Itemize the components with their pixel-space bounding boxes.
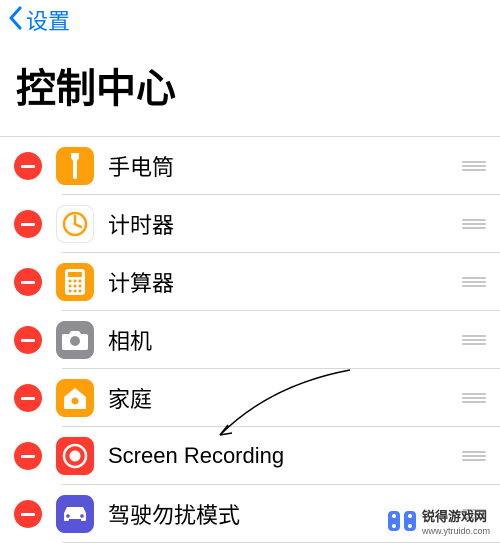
back-chevron-icon[interactable]: [8, 6, 24, 35]
drag-handle-icon[interactable]: [462, 449, 486, 463]
item-label: 计算器: [108, 266, 462, 298]
back-button[interactable]: 设置: [26, 4, 70, 36]
remove-button[interactable]: [14, 326, 42, 354]
list-item: 计算器: [0, 253, 500, 311]
drag-handle-icon[interactable]: [462, 217, 486, 231]
screen-recording-icon: [56, 437, 94, 475]
home-icon: [56, 379, 94, 417]
item-label: 相机: [108, 324, 462, 356]
remove-button[interactable]: [14, 210, 42, 238]
drag-handle-icon[interactable]: [462, 159, 486, 173]
item-label: 计时器: [108, 208, 462, 240]
drag-handle-icon[interactable]: [462, 275, 486, 289]
watermark-url: www.ytruido.com: [422, 526, 490, 536]
flashlight-icon: [56, 147, 94, 185]
item-label: 家庭: [108, 382, 462, 414]
camera-icon: [56, 321, 94, 359]
watermark-footer: 锐得游戏网 www.ytruido.com: [388, 506, 490, 536]
remove-button[interactable]: [14, 500, 42, 528]
timer-icon: [56, 205, 94, 243]
watermark-logo-icon: [388, 511, 416, 531]
list-item: 手电筒: [0, 137, 500, 195]
watermark-brand: 锐得游戏网: [422, 509, 487, 524]
drag-handle-icon[interactable]: [462, 391, 486, 405]
item-label: 手电筒: [108, 150, 462, 182]
calculator-icon: [56, 263, 94, 301]
list-item: Screen Recording: [0, 427, 500, 485]
car-icon: [56, 495, 94, 533]
page-title: 控制中心: [0, 40, 500, 136]
item-label: Screen Recording: [108, 443, 462, 469]
list-item: 家庭: [0, 369, 500, 427]
remove-button[interactable]: [14, 384, 42, 412]
drag-handle-icon[interactable]: [462, 333, 486, 347]
remove-button[interactable]: [14, 442, 42, 470]
list-item: 计时器: [0, 195, 500, 253]
remove-button[interactable]: [14, 152, 42, 180]
control-list: 手电筒 计时器 计算器 相机 家庭: [0, 136, 500, 543]
nav-bar: 设置: [0, 0, 500, 40]
remove-button[interactable]: [14, 268, 42, 296]
list-item: 相机: [0, 311, 500, 369]
